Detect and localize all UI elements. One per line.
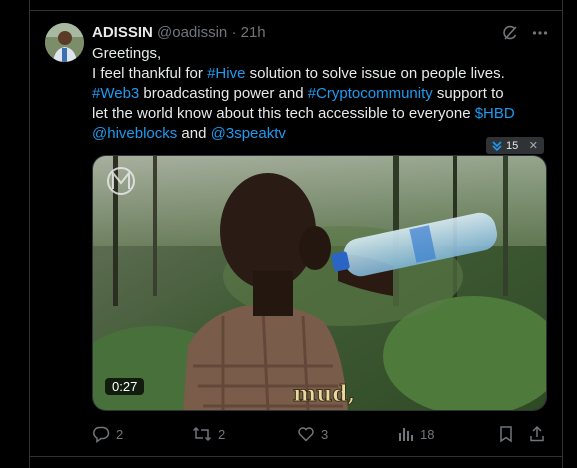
hashtag-link[interactable]: #Cryptocommunity [308, 85, 433, 102]
annotation-count: 15 [506, 139, 519, 152]
like-count: 3 [321, 426, 329, 442]
hashtag-link[interactable]: $HBD [475, 105, 515, 122]
tweet-text-segment: Greetings, [92, 45, 162, 62]
hashtag-link[interactable]: #Hive [207, 65, 245, 82]
views-icon [398, 425, 414, 443]
video-player[interactable]: mud, [92, 155, 547, 411]
share-button[interactable] [528, 425, 546, 443]
annotation-close-icon[interactable]: ✕ [529, 139, 538, 152]
reply-icon [92, 425, 110, 443]
header-actions [500, 23, 550, 43]
reply-button[interactable]: 2 [92, 425, 123, 443]
repost-button[interactable]: 2 [192, 425, 225, 443]
tweet-text-line: @hiveblocks and @3speaktv [92, 124, 552, 144]
action-bar: 2 2 3 18 [92, 425, 548, 443]
tweet-text: Greetings, I feel thankful for #Hive solu… [92, 44, 552, 144]
post-header: ADISSIN @oadissin · 21h [92, 24, 266, 42]
repost-count: 2 [218, 426, 226, 442]
author-handle[interactable]: @oadissin [157, 24, 227, 41]
heart-icon [297, 425, 315, 443]
timeline-left-border [29, 0, 30, 468]
hashtag-link[interactable]: #Web3 [92, 85, 139, 102]
tweet-text-segment: support to [432, 85, 504, 102]
tweet-text-segment: I feel thankful for [92, 65, 208, 82]
post-time[interactable]: 21h [241, 24, 266, 41]
like-button[interactable]: 3 [297, 425, 328, 443]
post-bottom-divider [29, 456, 563, 457]
avatar[interactable] [45, 23, 84, 62]
bookmark-icon [498, 425, 514, 443]
repost-icon [192, 425, 212, 443]
mention-link[interactable]: @hiveblocks [92, 125, 177, 142]
annotation-pill[interactable]: 15 ✕ [486, 137, 544, 154]
views-count: 18 [420, 426, 435, 442]
chevron-down-icon [491, 140, 503, 152]
video-frame: mud, [93, 156, 546, 410]
mention-link[interactable]: @3speaktv [211, 125, 286, 142]
reply-count: 2 [116, 426, 124, 442]
grok-icon[interactable] [500, 23, 520, 43]
author-name[interactable]: ADISSIN [92, 24, 153, 41]
tweet-text-line: #Web3 broadcasting power and #Cryptocomm… [92, 84, 552, 104]
video-caption: mud, [293, 381, 355, 407]
tweet-text-segment: solution to solve issue on people lives. [245, 65, 505, 82]
tweet-text-line: let the world know about this tech acces… [92, 104, 552, 124]
header-separator: · [231, 24, 237, 41]
tweet-text-line: Greetings, [92, 44, 552, 64]
bookmark-button[interactable] [498, 425, 514, 443]
views-button[interactable]: 18 [398, 425, 434, 443]
tweet-text-line: I feel thankful for #Hive solution to so… [92, 64, 552, 84]
tweet-text-segment: let the world know about this tech acces… [92, 105, 475, 122]
video-duration: 0:27 [105, 378, 145, 395]
more-options-icon[interactable] [530, 23, 550, 43]
share-icon [528, 425, 546, 443]
timeline-right-border [562, 0, 563, 468]
tweet-text-segment: and [177, 125, 211, 142]
post-top-divider [29, 10, 563, 11]
tweet-text-segment: broadcasting power and [139, 85, 308, 102]
